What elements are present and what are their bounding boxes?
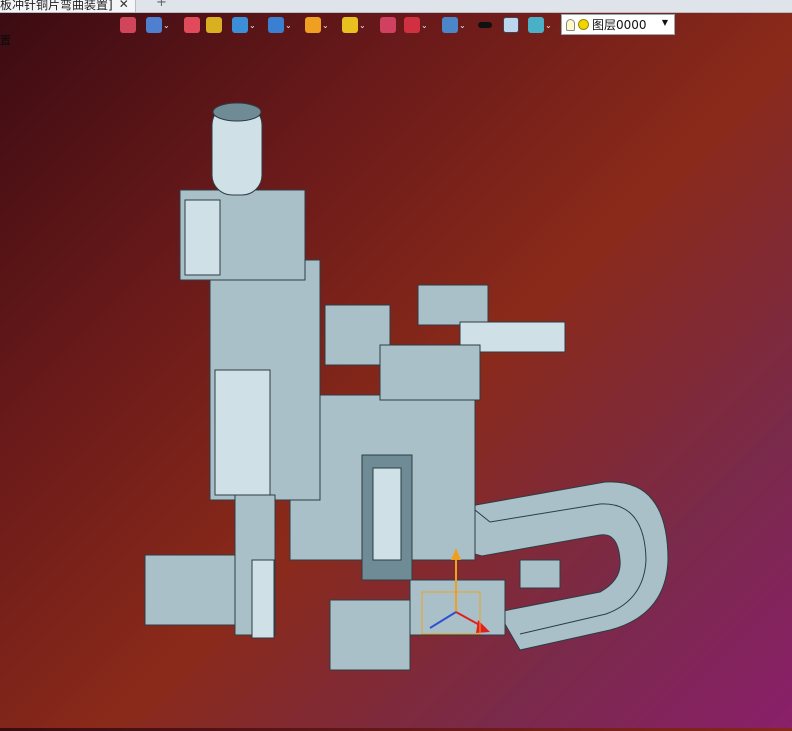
exit-sketch-button[interactable] [120,16,136,34]
chevron-down-icon[interactable]: ⌄ [545,21,552,30]
layer-label: 图层0000 [592,18,647,32]
zoom-icon [342,17,358,33]
box-shaded-icon [206,17,222,33]
appearance-button[interactable]: ⌄ [305,16,329,34]
view-orient-button[interactable]: ⌄ [146,16,170,34]
document-tab[interactable]: 板冲针铜片弯曲装置] ✕ [0,0,136,12]
chevron-down-icon[interactable]: ⌄ [163,21,170,30]
chevron-down-icon[interactable]: ⌄ [285,21,292,30]
guide-rod [251,559,275,639]
slide-block [409,579,506,636]
plane-icon [528,17,544,33]
sun-icon[interactable] [578,19,589,30]
chevron-down-icon[interactable]: ⌄ [322,21,329,30]
chevron-down-icon[interactable]: ⌄ [421,21,428,30]
appearance-icon [305,17,321,33]
dimension-icon [404,17,420,33]
pencil-icon [184,17,200,33]
tab-title: 板冲针铜片弯曲装置] [0,0,113,12]
chevron-down-icon[interactable]: ⌄ [249,21,256,30]
new-tab-button[interactable]: + [156,0,167,10]
close-icon[interactable]: ✕ [119,0,129,11]
black-square-icon [478,22,492,28]
exit-sketch-icon [120,17,136,33]
black-square-button[interactable] [478,16,492,34]
pencil-button[interactable] [184,16,200,34]
display-settings-button[interactable]: ⌄ [442,16,466,34]
dimension-button[interactable]: ⌄ [404,16,428,34]
light-square-button[interactable] [503,16,519,34]
actuator-2 [417,284,489,326]
rotate-icon [380,17,396,33]
layer-select[interactable]: 图层0000 ▼ [561,14,675,35]
rotate-button[interactable] [380,16,396,34]
chevron-down-icon[interactable]: ▼ [662,18,668,27]
chevron-down-icon[interactable]: ⌄ [459,21,466,30]
section-view-icon [268,17,284,33]
cad-model [144,102,669,671]
graphics-viewport[interactable] [0,38,792,728]
light-square-icon [503,17,519,33]
section-view-button[interactable]: ⌄ [268,16,292,34]
lightbulb-icon[interactable] [566,18,575,31]
view-orient-icon [146,17,162,33]
box-shaded-button[interactable] [206,16,222,34]
display-settings-icon [442,17,458,33]
cube-button[interactable]: ⌄ [232,16,256,34]
chevron-down-icon[interactable]: ⌄ [359,21,366,30]
plane-button[interactable]: ⌄ [528,16,552,34]
cube-icon [232,17,248,33]
zoom-button[interactable]: ⌄ [342,16,366,34]
